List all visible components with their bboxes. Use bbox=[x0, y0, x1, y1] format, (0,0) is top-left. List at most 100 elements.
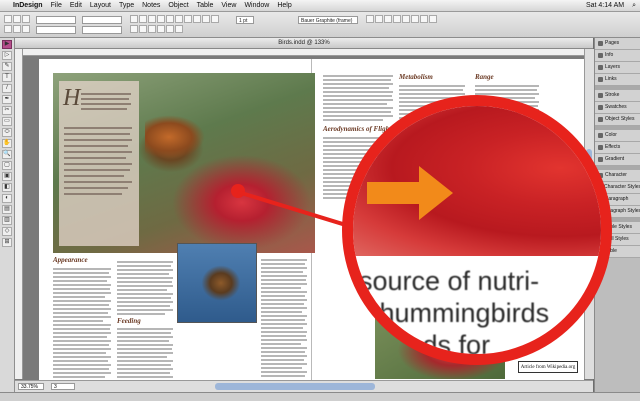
fit-icon[interactable] bbox=[429, 15, 437, 23]
menu-file[interactable]: File bbox=[47, 2, 66, 9]
rotate-icon[interactable] bbox=[139, 15, 147, 23]
spotlight-icon[interactable]: ⌕ bbox=[628, 2, 640, 10]
pen-tool-icon[interactable]: ✎ bbox=[2, 62, 12, 71]
horizontal-scroll-thumb[interactable] bbox=[215, 383, 375, 390]
align-icon[interactable] bbox=[175, 15, 183, 23]
heading-feeding: Feeding bbox=[117, 317, 141, 325]
column-appearance[interactable] bbox=[53, 266, 111, 378]
menu-notes[interactable]: Notes bbox=[138, 2, 164, 9]
ref-point-icon[interactable] bbox=[22, 15, 30, 23]
apply-color-icon[interactable]: ◧ bbox=[2, 183, 12, 192]
align-icon[interactable] bbox=[166, 15, 174, 23]
menu-edit[interactable]: Edit bbox=[66, 2, 86, 9]
direct-selection-tool-icon[interactable]: ▷ bbox=[2, 51, 12, 60]
wrap-icon[interactable] bbox=[148, 25, 156, 33]
horizontal-ruler[interactable] bbox=[23, 49, 593, 56]
panel-info[interactable]: Info bbox=[595, 50, 640, 62]
menu-type[interactable]: Type bbox=[115, 2, 138, 9]
zoom-field[interactable]: 33.75% bbox=[18, 383, 44, 390]
normal-view-icon[interactable]: ▤ bbox=[2, 205, 12, 214]
shear-icon[interactable] bbox=[148, 15, 156, 23]
width-field[interactable] bbox=[82, 16, 122, 24]
y-position-field[interactable] bbox=[36, 26, 76, 34]
pencil-tool-icon[interactable]: ✒ bbox=[2, 95, 12, 104]
selection-tool-icon[interactable]: ▶ bbox=[2, 40, 12, 49]
drop-cap: H bbox=[63, 85, 81, 111]
opacity-icon[interactable] bbox=[384, 15, 392, 23]
x-position-field[interactable] bbox=[36, 16, 76, 24]
panel-links[interactable]: Links bbox=[595, 74, 640, 86]
gradient-tool-icon[interactable]: ◐ bbox=[2, 194, 12, 203]
menu-app-name[interactable]: InDesign bbox=[9, 2, 47, 9]
magnified-text-line-2: o hummingbirds bbox=[357, 298, 550, 328]
clock[interactable]: Sat 4:14 AM bbox=[582, 2, 628, 9]
fit-icon[interactable] bbox=[420, 15, 428, 23]
menu-help[interactable]: Help bbox=[273, 2, 295, 9]
panel-layers[interactable]: Layers bbox=[595, 62, 640, 74]
flip-icon[interactable] bbox=[157, 15, 165, 23]
scissors-tool-icon[interactable]: ✂ bbox=[2, 106, 12, 115]
menu-table[interactable]: Table bbox=[193, 2, 218, 9]
corner-icon[interactable] bbox=[393, 15, 401, 23]
grid-tool-icon[interactable]: ⊞ bbox=[2, 238, 12, 247]
menu-object[interactable]: Object bbox=[164, 2, 192, 9]
scale-icon[interactable] bbox=[130, 15, 138, 23]
fit-icon[interactable] bbox=[411, 15, 419, 23]
stroke-weight-field[interactable]: 1 pt bbox=[236, 16, 254, 24]
panel-stroke[interactable]: Stroke bbox=[595, 90, 640, 102]
document-title[interactable]: Birds.indd @ 133% bbox=[15, 38, 593, 49]
note-tool-icon[interactable]: ◇ bbox=[2, 227, 12, 236]
wrap-icon[interactable] bbox=[157, 25, 165, 33]
source-caption: Article from Wikipedia.org bbox=[518, 361, 578, 373]
fill-icon[interactable] bbox=[130, 25, 138, 33]
reference-point-grid[interactable] bbox=[4, 15, 32, 34]
height-field[interactable] bbox=[82, 26, 122, 34]
stroke-icon[interactable] bbox=[139, 25, 147, 33]
rectangle-frame-tool-icon[interactable]: ▭ bbox=[2, 117, 12, 126]
ref-point-icon[interactable] bbox=[4, 25, 12, 33]
hovering-hummingbird-photo[interactable] bbox=[177, 243, 257, 323]
panel-object-styles[interactable]: Object Styles bbox=[595, 114, 640, 126]
transform-buttons bbox=[130, 15, 220, 34]
zoom-tool-icon[interactable]: 🔍 bbox=[2, 150, 12, 159]
select-container-icon[interactable] bbox=[202, 15, 210, 23]
panel-pages[interactable]: Pages bbox=[595, 38, 640, 50]
panel-effects[interactable]: Effects bbox=[595, 142, 640, 154]
object-style-field[interactable]: Bauer Graphite (frame) bbox=[298, 16, 358, 24]
fill-swatch-icon[interactable]: ▢ bbox=[2, 161, 12, 170]
menu-window[interactable]: Window bbox=[240, 2, 273, 9]
shadow-icon[interactable] bbox=[375, 15, 383, 23]
align-icon[interactable] bbox=[193, 15, 201, 23]
fit-icon[interactable] bbox=[402, 15, 410, 23]
ellipse-tool-icon[interactable]: ⬭ bbox=[2, 128, 12, 137]
type-tool-icon[interactable]: T bbox=[2, 73, 12, 82]
menu-view[interactable]: View bbox=[217, 2, 240, 9]
menu-layout[interactable]: Layout bbox=[86, 2, 115, 9]
page-number-field[interactable]: 3 bbox=[51, 383, 75, 390]
hand-tool-icon[interactable]: ✋ bbox=[2, 139, 12, 148]
ref-point-icon[interactable] bbox=[13, 25, 21, 33]
links-icon bbox=[598, 77, 603, 82]
ref-point-icon[interactable] bbox=[4, 15, 12, 23]
preview-view-icon[interactable]: ▥ bbox=[2, 216, 12, 225]
column-left-page-3[interactable] bbox=[261, 257, 307, 377]
ref-point-icon[interactable] bbox=[22, 25, 30, 33]
panel-swatches[interactable]: Swatches bbox=[595, 102, 640, 114]
stroke-swatch-icon[interactable]: ▣ bbox=[2, 172, 12, 181]
ref-point-icon[interactable] bbox=[13, 15, 21, 23]
wrap-icon[interactable] bbox=[175, 25, 183, 33]
menu-bar: InDesign File Edit Layout Type Notes Obj… bbox=[0, 0, 640, 12]
vertical-ruler[interactable] bbox=[15, 49, 23, 379]
info-icon bbox=[598, 53, 603, 58]
wrap-icon[interactable] bbox=[166, 25, 174, 33]
align-icon[interactable] bbox=[184, 15, 192, 23]
column-appearance-2[interactable] bbox=[117, 259, 173, 315]
control-bar: 1 pt Bauer Graphite (frame) bbox=[0, 12, 640, 38]
shadow-icon[interactable] bbox=[366, 15, 374, 23]
panel-gradient[interactable]: Gradient bbox=[595, 154, 640, 166]
line-tool-icon[interactable]: / bbox=[2, 84, 12, 93]
column-feeding[interactable] bbox=[117, 326, 173, 378]
select-content-icon[interactable] bbox=[211, 15, 219, 23]
stroke-icon bbox=[598, 93, 603, 98]
panel-color[interactable]: Color bbox=[595, 130, 640, 142]
